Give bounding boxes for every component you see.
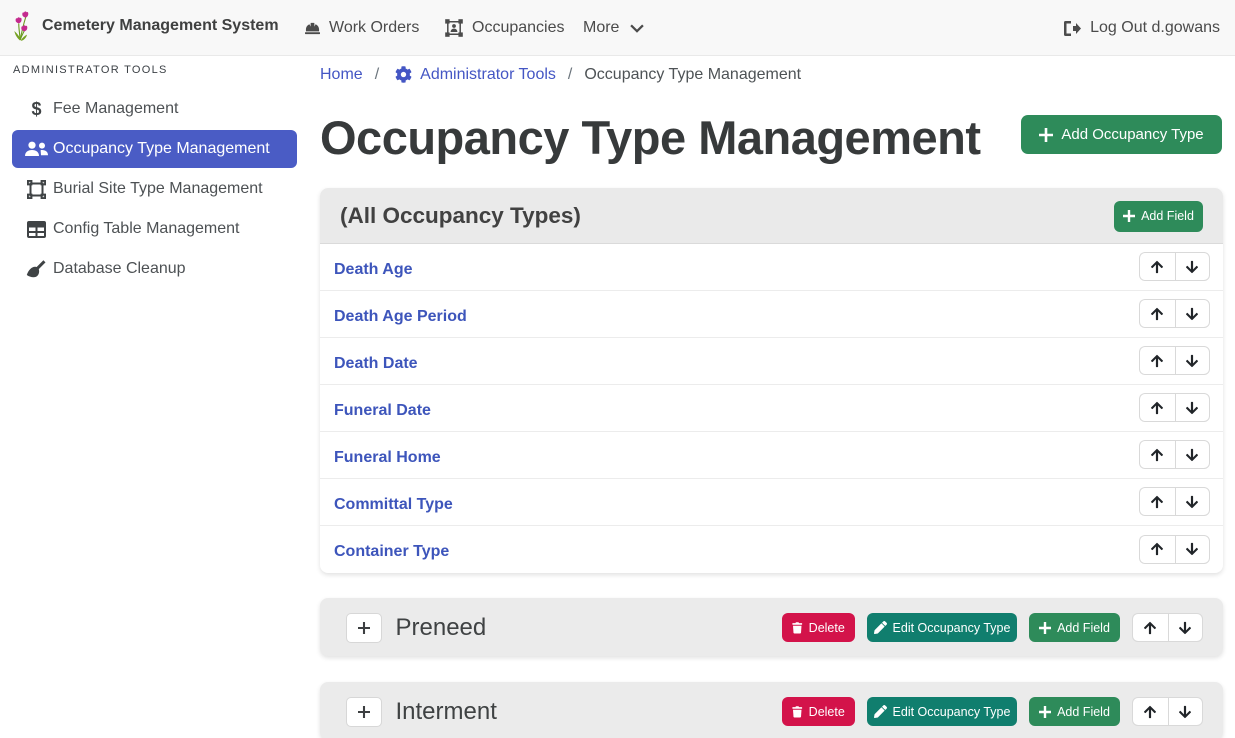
svg-text:$: $ <box>31 100 41 118</box>
